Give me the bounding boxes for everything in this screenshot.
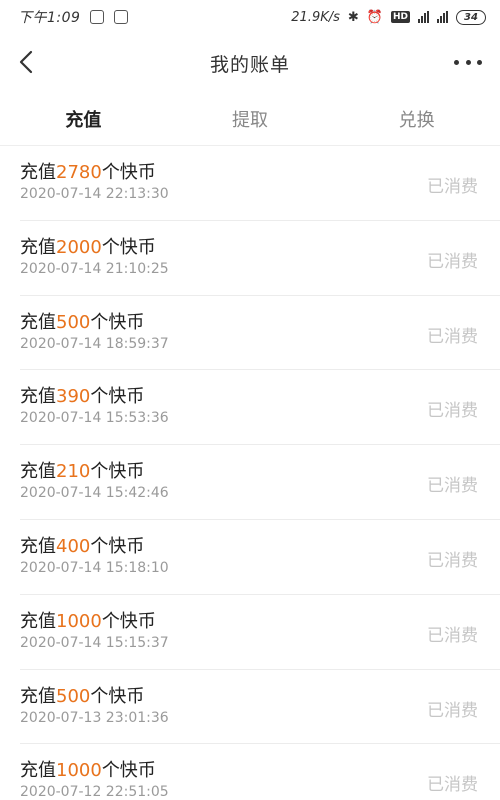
record-title: 充值2780个快币	[20, 162, 156, 183]
status-time: 下午1:09	[18, 10, 81, 26]
battery-icon: 34	[456, 9, 486, 25]
bluetooth-icon: ✱	[347, 9, 359, 25]
record-amount: 390	[56, 386, 91, 408]
hd-icon: HD	[390, 11, 410, 23]
network-speed: 21.9K/s	[291, 9, 340, 25]
more-dot-icon	[465, 59, 471, 65]
record-status: 已消费	[427, 550, 478, 571]
status-bar: 下午1:09 21.9K/s ✱ ⏰ HD 34	[0, 0, 500, 34]
record-date: 2020-07-14 15:18:10	[20, 559, 169, 576]
tab-exchange[interactable]: 兑换	[333, 92, 500, 145]
record-amount: 500	[56, 311, 91, 333]
record-title: 充值500个快币	[20, 311, 145, 333]
list-item[interactable]: 充值390个快币 2020-07-14 15:53:36 已消费	[20, 370, 500, 446]
list-item[interactable]: 充值2780个快币 2020-07-14 22:13:30 已消费	[20, 146, 500, 221]
record-title: 充值390个快币	[20, 386, 145, 408]
page-title: 我的账单	[209, 53, 290, 76]
record-amount: 210	[56, 461, 91, 483]
record-date: 2020-07-14 22:13:30	[20, 186, 169, 202]
chevron-left-icon	[19, 50, 33, 74]
record-date: 2020-07-14 15:15:37	[20, 634, 169, 651]
record-amount: 1000	[56, 610, 102, 632]
record-status: 已消费	[427, 700, 478, 721]
back-button[interactable]	[14, 47, 44, 77]
status-bar-right: 21.9K/s ✱ ⏰ HD 34	[291, 9, 486, 25]
alarm-icon: ⏰	[366, 9, 383, 25]
record-date: 2020-07-12 22:51:05	[20, 784, 169, 800]
record-amount: 2000	[56, 236, 102, 258]
record-title: 充值1000个快币	[20, 610, 156, 632]
tab-bar: 充值 提取 兑换	[0, 92, 500, 146]
status-bar-left: 下午1:09	[18, 7, 129, 27]
list-item[interactable]: 充值210个快币 2020-07-14 15:42:46 已消费	[20, 445, 500, 520]
record-status: 已消费	[427, 177, 478, 197]
record-date: 2020-07-13 23:01:36	[20, 709, 169, 726]
record-status: 已消费	[427, 401, 478, 422]
tab-withdraw[interactable]: 提取	[167, 92, 334, 145]
record-status: 已消费	[427, 326, 478, 347]
record-amount: 500	[56, 685, 91, 707]
record-date: 2020-07-14 15:53:36	[20, 410, 169, 427]
record-title: 充值400个快币	[20, 535, 145, 557]
record-status: 已消费	[427, 775, 478, 796]
record-status: 已消费	[427, 476, 478, 497]
record-status: 已消费	[427, 625, 478, 646]
record-date: 2020-07-14 21:10:25	[20, 260, 169, 277]
record-title: 充值210个快币	[20, 461, 145, 483]
record-amount: 1000	[56, 760, 102, 782]
record-title: 充值500个快币	[20, 685, 145, 707]
list-item[interactable]: 充值400个快币 2020-07-14 15:18:10 已消费	[20, 520, 500, 595]
record-date: 2020-07-14 18:59:37	[20, 335, 169, 352]
gallery-notification-icon	[90, 10, 105, 24]
signal-2-icon	[437, 11, 448, 23]
list-item[interactable]: 充值2000个快币 2020-07-14 21:10:25 已消费	[20, 221, 500, 296]
list-item[interactable]: 充值500个快币 2020-07-14 18:59:37 已消费	[20, 296, 500, 371]
more-button[interactable]	[454, 54, 482, 70]
record-amount: 400	[56, 535, 91, 557]
list-item[interactable]: 充值1000个快币 2020-07-12 22:51:05 已消费	[20, 744, 500, 800]
more-dot-icon	[477, 59, 482, 65]
record-date: 2020-07-14 15:42:46	[20, 485, 169, 502]
more-dot-icon	[454, 59, 459, 65]
app-notification-icon	[114, 10, 129, 24]
record-title: 充值2000个快币	[20, 236, 156, 258]
tab-recharge[interactable]: 充值	[0, 92, 167, 145]
bill-list: 充值2780个快币 2020-07-14 22:13:30 已消费 充值2000…	[0, 146, 500, 800]
record-title: 充值1000个快币	[20, 760, 156, 782]
list-item[interactable]: 充值500个快币 2020-07-13 23:01:36 已消费	[20, 670, 500, 745]
record-status: 已消费	[427, 251, 478, 272]
list-item[interactable]: 充值1000个快币 2020-07-14 15:15:37 已消费	[20, 595, 500, 670]
header: 我的账单	[0, 34, 500, 92]
signal-1-icon	[418, 11, 429, 23]
record-amount: 2780	[56, 162, 102, 183]
